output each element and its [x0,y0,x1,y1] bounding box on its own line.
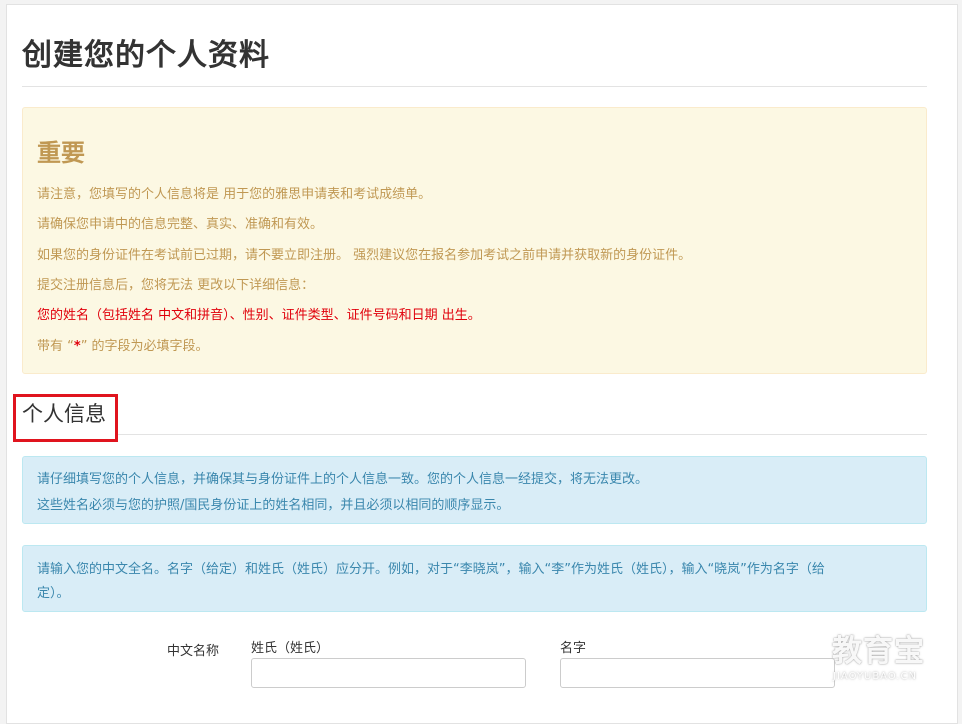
chinese-name-notice-line-2: 定）。 [37,586,70,601]
chinese-name-notice-line-1: 请输入您的中文全名。名字（给定）和姓氏（姓氏）应分开。例如，对于“李晓岚”，输入… [37,562,825,577]
personal-info-notice: 请仔细填写您的个人信息，并确保其与身份证件上的个人信息一致。您的个人信息一经提交… [22,456,927,524]
required-fields-note: 带有 “*” 的字段为必填字段。 [37,338,209,356]
important-notice: 重要 请注意，您填写的个人信息将是 用于您的雅思申请表和考试成绩单。 请确保您申… [22,107,927,374]
important-heading: 重要 [37,139,85,167]
important-line-4: 提交注册信息后，您将无法 更改以下详细信息： [37,278,315,293]
personal-info-notice-line-2: 这些姓名必须与您的护照/国民身份证上的姓名相同，并且必须以相同的顺序显示。 [37,498,510,513]
chinese-name-notice: 请输入您的中文全名。名字（给定）和姓氏（姓氏）应分开。例如，对于“李晓岚”，输入… [22,545,927,612]
required-note-prefix: 带有 “ [37,339,74,354]
given-name-label: 名字 [560,641,587,656]
given-name-input[interactable] [560,658,835,688]
page-title: 创建您的个人资料 [22,38,270,73]
important-line-3: 如果您的身份证件在考试前已过期，请不要立即注册。 强烈建议您在报名参加考试之前申… [37,248,692,263]
personal-info-notice-line-1: 请仔细填写您的个人信息，并确保其与身份证件上的个人信息一致。您的个人信息一经提交… [37,472,649,487]
chinese-name-label: 中文名称 [167,644,220,659]
section-divider [118,434,927,435]
important-line-locked-fields: 您的姓名（包括姓名 中文和拼音）、性别、证件类型、证件号码和日期 出生。 [37,308,481,323]
surname-label: 姓氏（姓氏） [251,641,330,656]
required-note-suffix: ” 的字段为必填字段。 [80,339,209,354]
title-divider [22,86,927,87]
surname-input[interactable] [251,658,526,688]
important-line-1: 请注意，您填写的个人信息将是 用于您的雅思申请表和考试成绩单。 [37,187,432,202]
important-line-2: 请确保您申请中的信息完整、真实、准确和有效。 [37,217,324,232]
required-star: * [73,339,81,354]
section-heading-personal-info: 个人信息 [22,402,106,426]
